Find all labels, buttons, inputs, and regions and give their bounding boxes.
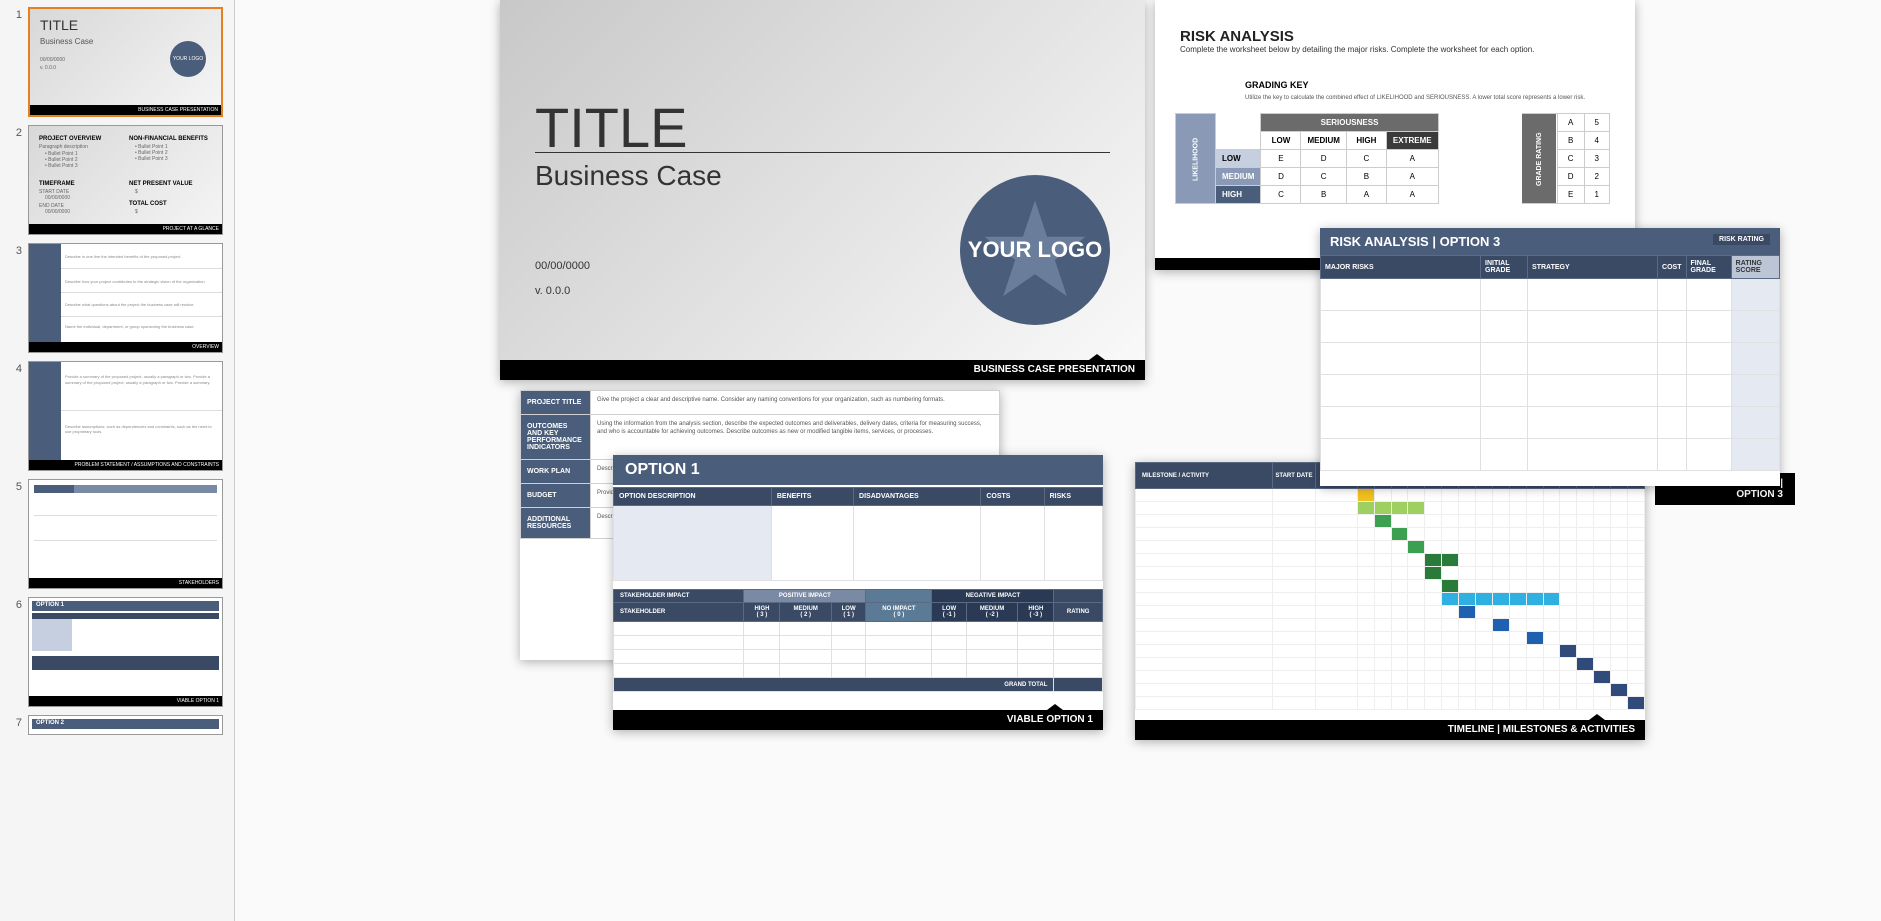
slide-thumbnail-4[interactable]: Provide a summary of the proposed projec… (28, 361, 223, 471)
option-footer: VIABLE OPTION 1 (613, 710, 1103, 730)
logo-placeholder: YOUR LOGO (960, 175, 1110, 325)
slide-thumbnail-7[interactable]: OPTION 2 (28, 715, 223, 735)
option-table: OPTION DESCRIPTIONBENEFITSDISADVANTAGESC… (613, 487, 1103, 581)
grading-key-desc: Utilize the key to calculate the combine… (1245, 95, 1585, 101)
option-title: OPTION 1 (613, 455, 1103, 485)
presentation-title: TITLE (535, 95, 687, 160)
risk-matrix: LIKELIHOODSERIOUSNESS LOWMEDIUMHIGHEXTRE… (1175, 113, 1439, 204)
slide-footer: BUSINESS CASE PRESENTATION (500, 360, 1145, 380)
risk3-title: RISK ANALYSIS | OPTION 3 RISK RATING (1320, 228, 1780, 255)
presentation-date: 00/00/0000 (535, 260, 590, 272)
slide-thumbnail-5[interactable]: STAKEHOLDERS (28, 479, 223, 589)
stakeholder-table: STAKEHOLDER IMPACTPOSITIVE IMPACTNEGATIV… (613, 589, 1103, 692)
slide-thumbnail-1[interactable]: TITLE Business Case 00/00/0000 v. 0.0.0 … (28, 7, 223, 117)
presentation-version: v. 0.0.0 (535, 285, 570, 297)
thumb-subtitle: Business Case (40, 37, 93, 46)
timeline-table: MILESTONE / ACTIVITYSTART DATEEND DATEWE… (1135, 462, 1645, 710)
slide-option-1[interactable]: OPTION 1 OPTION DESCRIPTIONBENEFITSDISAD… (613, 455, 1103, 730)
slide-thumbnail-3[interactable]: Describe in one line the intended benefi… (28, 243, 223, 353)
slide-canvas: TITLE Business Case 00/00/0000 v. 0.0.0 … (235, 0, 1881, 921)
slide-title[interactable]: TITLE Business Case 00/00/0000 v. 0.0.0 … (500, 0, 1145, 380)
slide-timeline[interactable]: MILESTONE / ACTIVITYSTART DATEEND DATEWE… (1135, 462, 1645, 740)
thumb-number: 1 (8, 7, 22, 21)
slide-thumbnail-2[interactable]: PROJECT OVERVIEW Paragraph description •… (28, 125, 223, 235)
grading-key-title: GRADING KEY (1245, 80, 1309, 90)
logo-icon: YOUR LOGO (170, 41, 206, 77)
slide-thumbnail-6[interactable]: OPTION 1 VIABLE OPTION 1 (28, 597, 223, 707)
slide-thumbnails-panel: 1 TITLE Business Case 00/00/0000 v. 0.0.… (0, 0, 235, 921)
timeline-footer: TIMELINE | MILESTONES & ACTIVITIES (1135, 720, 1645, 740)
risk3-table: MAJOR RISKSINITIAL GRADESTRATEGYCOSTFINA… (1320, 255, 1780, 471)
presentation-subtitle: Business Case (535, 160, 722, 192)
risk-desc: Complete the worksheet below by detailin… (1180, 45, 1534, 54)
thumb-title: TITLE (40, 17, 78, 33)
risk-title: RISK ANALYSIS (1180, 28, 1294, 45)
slide-risk-option-3[interactable]: RISK ANALYSIS | OPTION 3 RISK RATING MAJ… (1320, 228, 1780, 486)
grade-rating-table: GRADE RATINGA5 B4 C3 D2 E1 (1522, 113, 1610, 204)
